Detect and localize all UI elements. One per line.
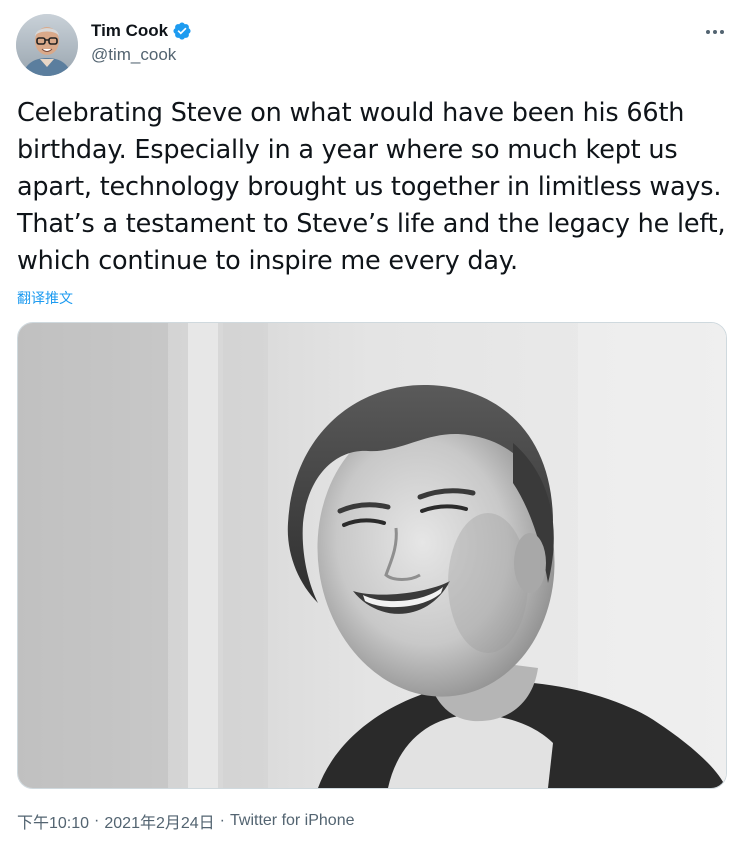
name-row: Tim Cook (91, 20, 192, 42)
author-block: Tim Cook @tim_cook (91, 20, 192, 65)
meta-separator: · (94, 812, 100, 829)
translate-tweet-link[interactable]: 翻译推文 (17, 288, 73, 308)
avatar-photo (16, 14, 78, 76)
tweet-photo[interactable] (17, 322, 727, 789)
verified-badge-icon (172, 21, 192, 41)
more-horizontal-icon (706, 30, 724, 34)
meta-separator: · (219, 812, 225, 829)
portrait-photo (18, 323, 726, 788)
author-avatar[interactable] (16, 14, 78, 76)
tweet-meta: 下午10:10 · 2021年2月24日 · Twitter for iPhone (17, 809, 355, 833)
tweet-time[interactable]: 下午10:10 (17, 815, 89, 832)
tweet-card: Tim Cook @tim_cook Celebrating Steve on … (0, 0, 746, 847)
tweet-source[interactable]: Twitter for iPhone (230, 812, 355, 829)
more-options-button[interactable] (700, 20, 730, 44)
tweet-text: Celebrating Steve on what would have bee… (17, 98, 726, 276)
author-display-name[interactable]: Tim Cook (91, 21, 168, 41)
author-handle[interactable]: @tim_cook (91, 45, 192, 65)
tweet-date[interactable]: 2021年2月24日 (104, 815, 214, 832)
